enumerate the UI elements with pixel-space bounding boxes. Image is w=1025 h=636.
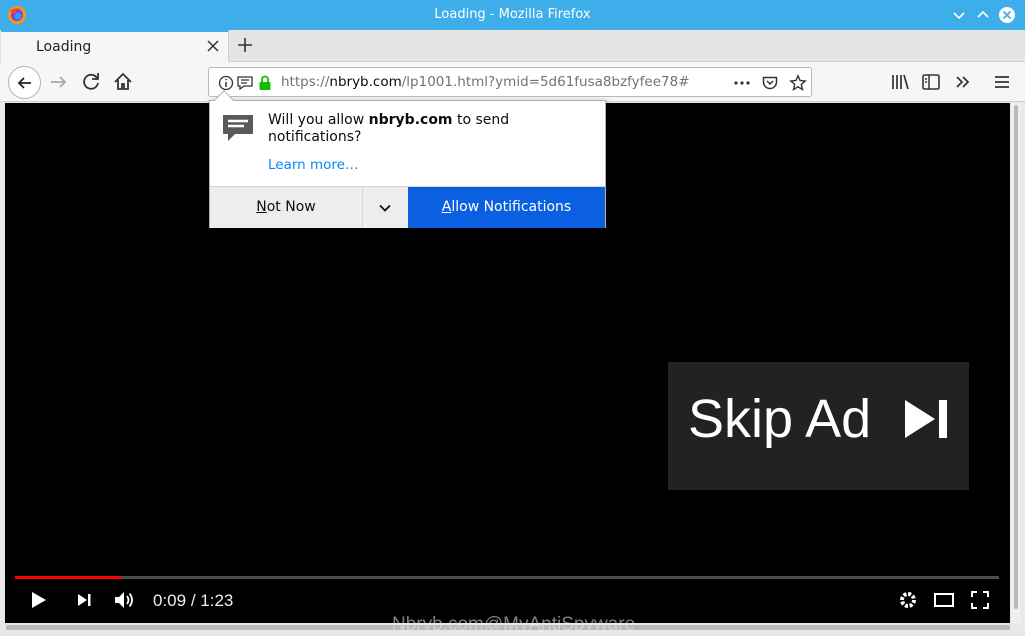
minimize-icon[interactable] [950,6,968,24]
reload-icon[interactable] [79,70,103,94]
watermark-text: Nbryb.com@MyAntiSpyware [392,614,636,635]
url-path: /lp1001.html?ymid=5d61fusa8bzfyfee78# [401,74,690,90]
notification-chat-icon [223,115,253,141]
menu-icon[interactable] [990,70,1014,94]
scrollbar-thumb[interactable] [1014,105,1018,609]
pocket-icon[interactable] [761,74,779,92]
tab-strip: Loading [0,30,1025,62]
tab-label: Loading [36,39,92,55]
library-icon[interactable] [888,70,912,94]
message-domain: nbryb.com [368,112,453,128]
video-time-separator: / [186,591,201,610]
not-now-button[interactable]: Not Now [210,187,362,228]
skip-ad-button[interactable]: Skip Ad [668,362,969,490]
fullscreen-icon[interactable] [967,587,993,613]
next-video-icon[interactable] [71,587,97,613]
info-icon[interactable] [217,74,235,92]
back-icon [17,77,31,89]
url-scheme: https:// [281,74,330,90]
url-domain: nbryb.com [329,74,402,90]
lock-icon[interactable] [256,74,274,92]
maximize-icon[interactable] [974,6,992,24]
home-icon[interactable] [111,70,135,94]
skip-ad-label: Skip Ad [688,389,872,449]
url-text[interactable]: https://nbryb.com/lp1001.html?ymid=5d61f… [281,74,690,90]
window-title: Loading - Mozilla Firefox [434,7,591,22]
sidebar-icon[interactable] [919,70,943,94]
theater-mode-icon[interactable] [931,587,957,613]
skip-next-icon [905,400,947,438]
popup-dropdown-button[interactable] [362,187,408,228]
notification-permission-popup: Will you allow nbryb.com to send notific… [209,90,606,228]
page-actions-icon[interactable] [733,74,751,92]
new-tab-icon[interactable] [236,36,254,54]
window-close-icon[interactable] [998,6,1016,24]
popup-button-row: Not Now Allow Notifications [210,186,605,228]
overflow-icon[interactable] [951,70,975,94]
video-duration: 1:23 [200,591,234,610]
vertical-scrollbar[interactable] [1011,103,1021,623]
video-progress-played [15,576,122,579]
tab-close-icon[interactable] [206,39,220,53]
notification-permission-icon[interactable] [236,74,254,92]
message-before: Will you allow [268,112,369,128]
forward-icon[interactable] [47,70,71,94]
url-bar[interactable]: https://nbryb.com/lp1001.html?ymid=5d61f… [208,67,812,97]
settings-gear-icon[interactable] [895,587,921,613]
tab-loading[interactable]: Loading [1,30,229,62]
video-time-display: 0:09 / 1:23 [153,591,233,611]
learn-more-link[interactable]: Learn more… [268,157,359,173]
play-icon[interactable] [25,587,51,613]
notification-message: Will you allow nbryb.com to send notific… [268,112,568,146]
chevron-down-icon [379,204,391,212]
allow-notifications-button[interactable]: Allow Notifications [408,187,605,228]
video-progress-bar[interactable] [15,576,999,579]
navigation-toolbar: https://nbryb.com/lp1001.html?ymid=5d61f… [0,62,1025,102]
volume-icon[interactable] [111,587,137,613]
bookmark-star-icon[interactable] [789,74,807,92]
back-button[interactable] [8,66,41,99]
window-titlebar: Loading - Mozilla Firefox [0,0,1025,30]
video-current-time: 0:09 [153,591,187,610]
